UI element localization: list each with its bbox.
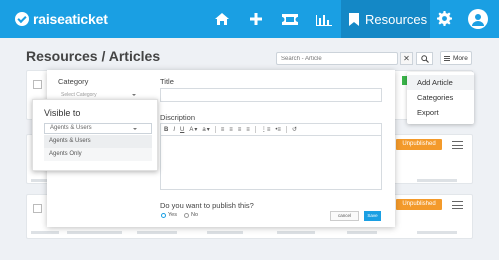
status-badge: Unpublished — [396, 139, 442, 150]
text-placeholder-line — [417, 231, 457, 234]
publish-question: Do you want to publish this? — [160, 201, 254, 210]
align-center-button[interactable]: ≡ — [229, 127, 233, 133]
italic-button[interactable]: I — [173, 127, 175, 133]
nav-resources-label: Resources — [365, 11, 428, 27]
page-title: Resources / Articles — [26, 48, 161, 64]
row-checkbox[interactable] — [33, 80, 42, 89]
user-avatar[interactable] — [468, 9, 488, 29]
search-icon — [420, 54, 429, 63]
description-editor[interactable]: B I U A ▾ a ▾ ≡ ≡ ≡ ≡ ⋮≡ •≡ ↺ — [160, 123, 382, 190]
visible-to-selected: Agents & Users — [50, 125, 92, 131]
status-badge: Unpublished — [396, 199, 442, 210]
visible-to-title: Visible to — [44, 108, 81, 118]
text-placeholder-line — [417, 179, 457, 182]
category-label: Category — [58, 77, 89, 86]
menu-icon — [444, 55, 450, 61]
radio-no-label: No — [191, 212, 199, 218]
toolbar-divider — [254, 126, 256, 133]
user-icon — [472, 13, 484, 26]
description-label: Discription — [160, 113, 196, 122]
brand-logo[interactable]: raiseaticket — [15, 11, 108, 27]
option-agents-users[interactable]: Agents & Users — [44, 135, 152, 148]
row-menu-icon[interactable] — [452, 201, 463, 209]
chevron-down-icon — [133, 128, 137, 130]
toolbar-divider — [285, 126, 287, 133]
align-right-button[interactable]: ≡ — [238, 127, 242, 133]
bullet-list-button[interactable]: •≡ — [275, 127, 281, 133]
text-placeholder-line — [277, 231, 315, 234]
visible-to-options: Agents & Users Agents Only — [44, 135, 152, 161]
category-placeholder: Select Category — [61, 92, 97, 98]
highlight-caret[interactable]: ▾ — [207, 126, 210, 133]
cancel-button[interactable]: cancel — [330, 211, 359, 221]
text-placeholder-line — [67, 231, 122, 234]
visible-to-popover: Visible to Agents & Users Agents & Users… — [32, 99, 158, 171]
font-color-button[interactable]: A — [189, 127, 193, 133]
nav-resources-tab[interactable]: Resources — [341, 0, 430, 38]
search-button[interactable] — [416, 52, 433, 65]
align-justify-button[interactable]: ≡ — [246, 127, 250, 133]
logo-icon — [15, 12, 29, 26]
radio-yes[interactable]: Yes — [161, 212, 177, 218]
menu-item-categories[interactable]: Categories — [407, 90, 474, 105]
top-navbar: raiseaticket Resources — [0, 0, 499, 38]
radio-dot — [161, 212, 166, 218]
highlight-button[interactable]: a — [202, 127, 205, 133]
row-checkbox[interactable] — [33, 204, 42, 213]
gear-icon[interactable] — [437, 11, 452, 31]
option-agents-only[interactable]: Agents Only — [44, 148, 152, 161]
font-color-caret[interactable]: ▾ — [194, 126, 197, 133]
title-input[interactable] — [160, 88, 382, 102]
nav-plus-icon[interactable] — [239, 0, 273, 38]
more-label: More — [453, 54, 468, 62]
nav-bar-chart-icon[interactable] — [307, 0, 341, 38]
ordered-list-button[interactable]: ⋮≡ — [261, 126, 271, 133]
radio-yes-label: Yes — [168, 212, 177, 218]
row-menu-icon[interactable] — [452, 141, 463, 149]
radio-no[interactable]: No — [184, 212, 198, 218]
editor-toolbar: B I U A ▾ a ▾ ≡ ≡ ≡ ≡ ⋮≡ •≡ ↺ — [161, 124, 381, 136]
bookmark-icon — [349, 12, 359, 26]
chevron-down-icon — [132, 94, 136, 96]
radio-dot — [184, 212, 189, 218]
text-placeholder-line — [137, 231, 177, 234]
clear-format-button[interactable]: ↺ — [292, 126, 297, 133]
title-label: Title — [160, 77, 174, 86]
menu-item-export[interactable]: Export — [407, 105, 474, 120]
toolbar-divider — [214, 126, 216, 133]
brand-name: raiseaticket — [33, 11, 108, 27]
text-placeholder-line — [347, 231, 377, 234]
search-input[interactable] — [276, 52, 398, 65]
menu-item-add-article[interactable]: Add Article — [407, 75, 474, 90]
align-left-button[interactable]: ≡ — [221, 127, 225, 133]
more-button[interactable]: More — [440, 51, 472, 65]
text-placeholder-line — [207, 231, 243, 234]
more-dropdown-menu: Add Article Categories Export — [407, 72, 474, 124]
visible-to-select[interactable]: Agents & Users — [44, 123, 152, 134]
bold-button[interactable]: B — [164, 127, 168, 133]
search-clear-button[interactable]: ✕ — [400, 52, 413, 65]
save-button[interactable]: Save — [364, 211, 381, 221]
underline-button[interactable]: U — [180, 127, 184, 133]
text-placeholder-line — [31, 231, 59, 234]
nav-ticket-icon[interactable] — [273, 0, 307, 38]
nav-home-icon[interactable] — [205, 0, 239, 38]
